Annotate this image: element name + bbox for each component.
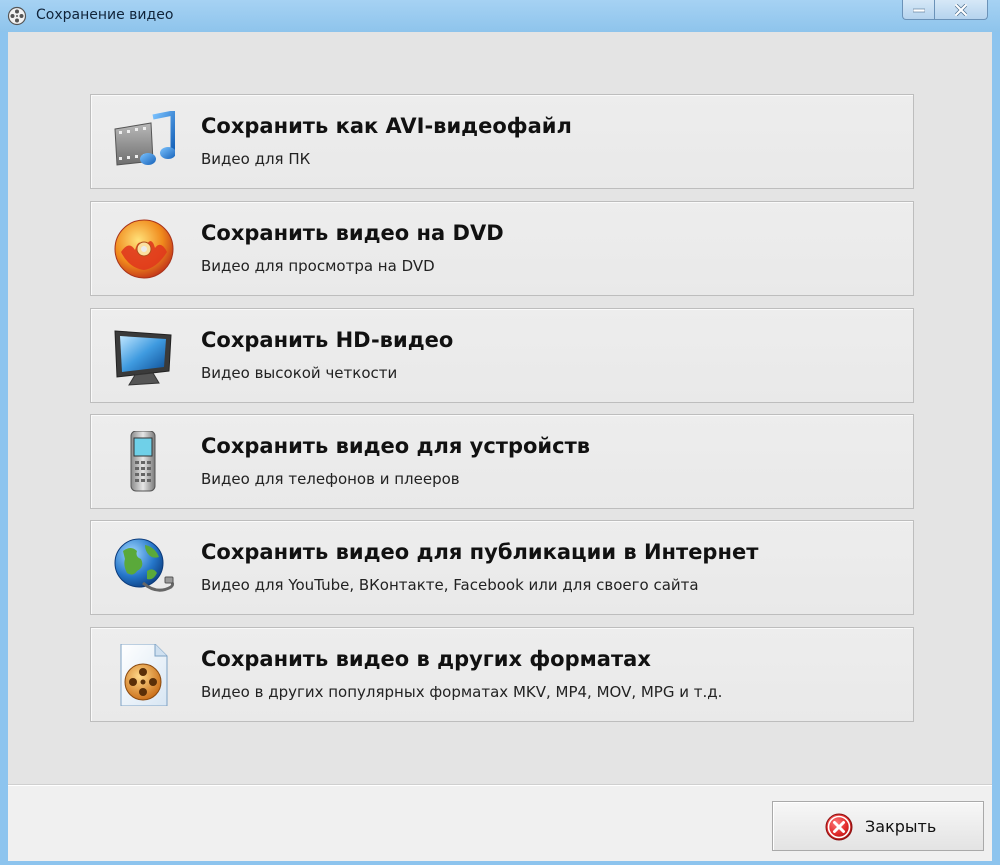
- window-title: Сохранение видео: [36, 7, 174, 23]
- film-reel-file-icon: [113, 643, 175, 707]
- film-music-icon: [113, 109, 176, 173]
- window-controls: [902, 0, 988, 20]
- film-reel-icon: [7, 6, 27, 26]
- mobile-phone-icon: [113, 430, 175, 493]
- option-subtitle: Видео для телефонов и плееров: [201, 470, 460, 488]
- dialog-footer: Закрыть: [8, 785, 992, 861]
- monitor-icon: [113, 325, 175, 387]
- option-subtitle: Видео для ПК: [201, 150, 311, 168]
- option-subtitle: Видео в других популярных форматах MKV, …: [201, 683, 723, 701]
- option-save-avi[interactable]: Сохранить как AVI-видеофайл Видео для ПК: [90, 94, 914, 189]
- window-close-button[interactable]: [934, 0, 988, 20]
- options-panel: Сохранить как AVI-видеофайл Видео для ПК: [8, 32, 992, 785]
- dvd-disc-icon: [113, 218, 175, 280]
- close-dialog-button[interactable]: Закрыть: [772, 801, 984, 851]
- option-save-internet[interactable]: Сохранить видео для публикации в Интерне…: [90, 520, 914, 615]
- close-icon: [955, 3, 967, 16]
- option-subtitle: Видео для YouTube, ВКонтакте, Facebook и…: [201, 576, 699, 594]
- close-circle-icon: [825, 813, 853, 841]
- option-title: Сохранить видео в других форматах: [201, 647, 651, 671]
- option-title: Сохранить видео для устройств: [201, 434, 591, 458]
- globe-icon: [113, 537, 175, 599]
- option-save-other-formats[interactable]: Сохранить видео в других форматах Видео …: [90, 627, 914, 722]
- option-title: Сохранить видео на DVD: [201, 221, 504, 245]
- window-client-area: Сохранить как AVI-видеофайл Видео для ПК: [8, 32, 992, 861]
- minimize-button[interactable]: [902, 0, 934, 20]
- option-save-dvd[interactable]: Сохранить видео на DVD Видео для просмот…: [90, 201, 914, 296]
- minimize-icon: [912, 8, 925, 12]
- option-title: Сохранить как AVI-видеофайл: [201, 114, 572, 138]
- title-bar[interactable]: Сохранение видео: [0, 0, 1000, 32]
- app-window: Сохранение видео Сохранить как AVI-видео…: [0, 0, 1000, 865]
- option-save-hd[interactable]: Сохранить HD-видео Видео высокой четкост…: [90, 308, 914, 403]
- option-subtitle: Видео для просмотра на DVD: [201, 257, 435, 275]
- option-title: Сохранить HD-видео: [201, 328, 454, 352]
- option-save-devices[interactable]: Сохранить видео для устройств Видео для …: [90, 414, 914, 509]
- option-title: Сохранить видео для публикации в Интерне…: [201, 540, 759, 564]
- option-subtitle: Видео высокой четкости: [201, 364, 398, 382]
- close-button-label: Закрыть: [865, 817, 937, 836]
